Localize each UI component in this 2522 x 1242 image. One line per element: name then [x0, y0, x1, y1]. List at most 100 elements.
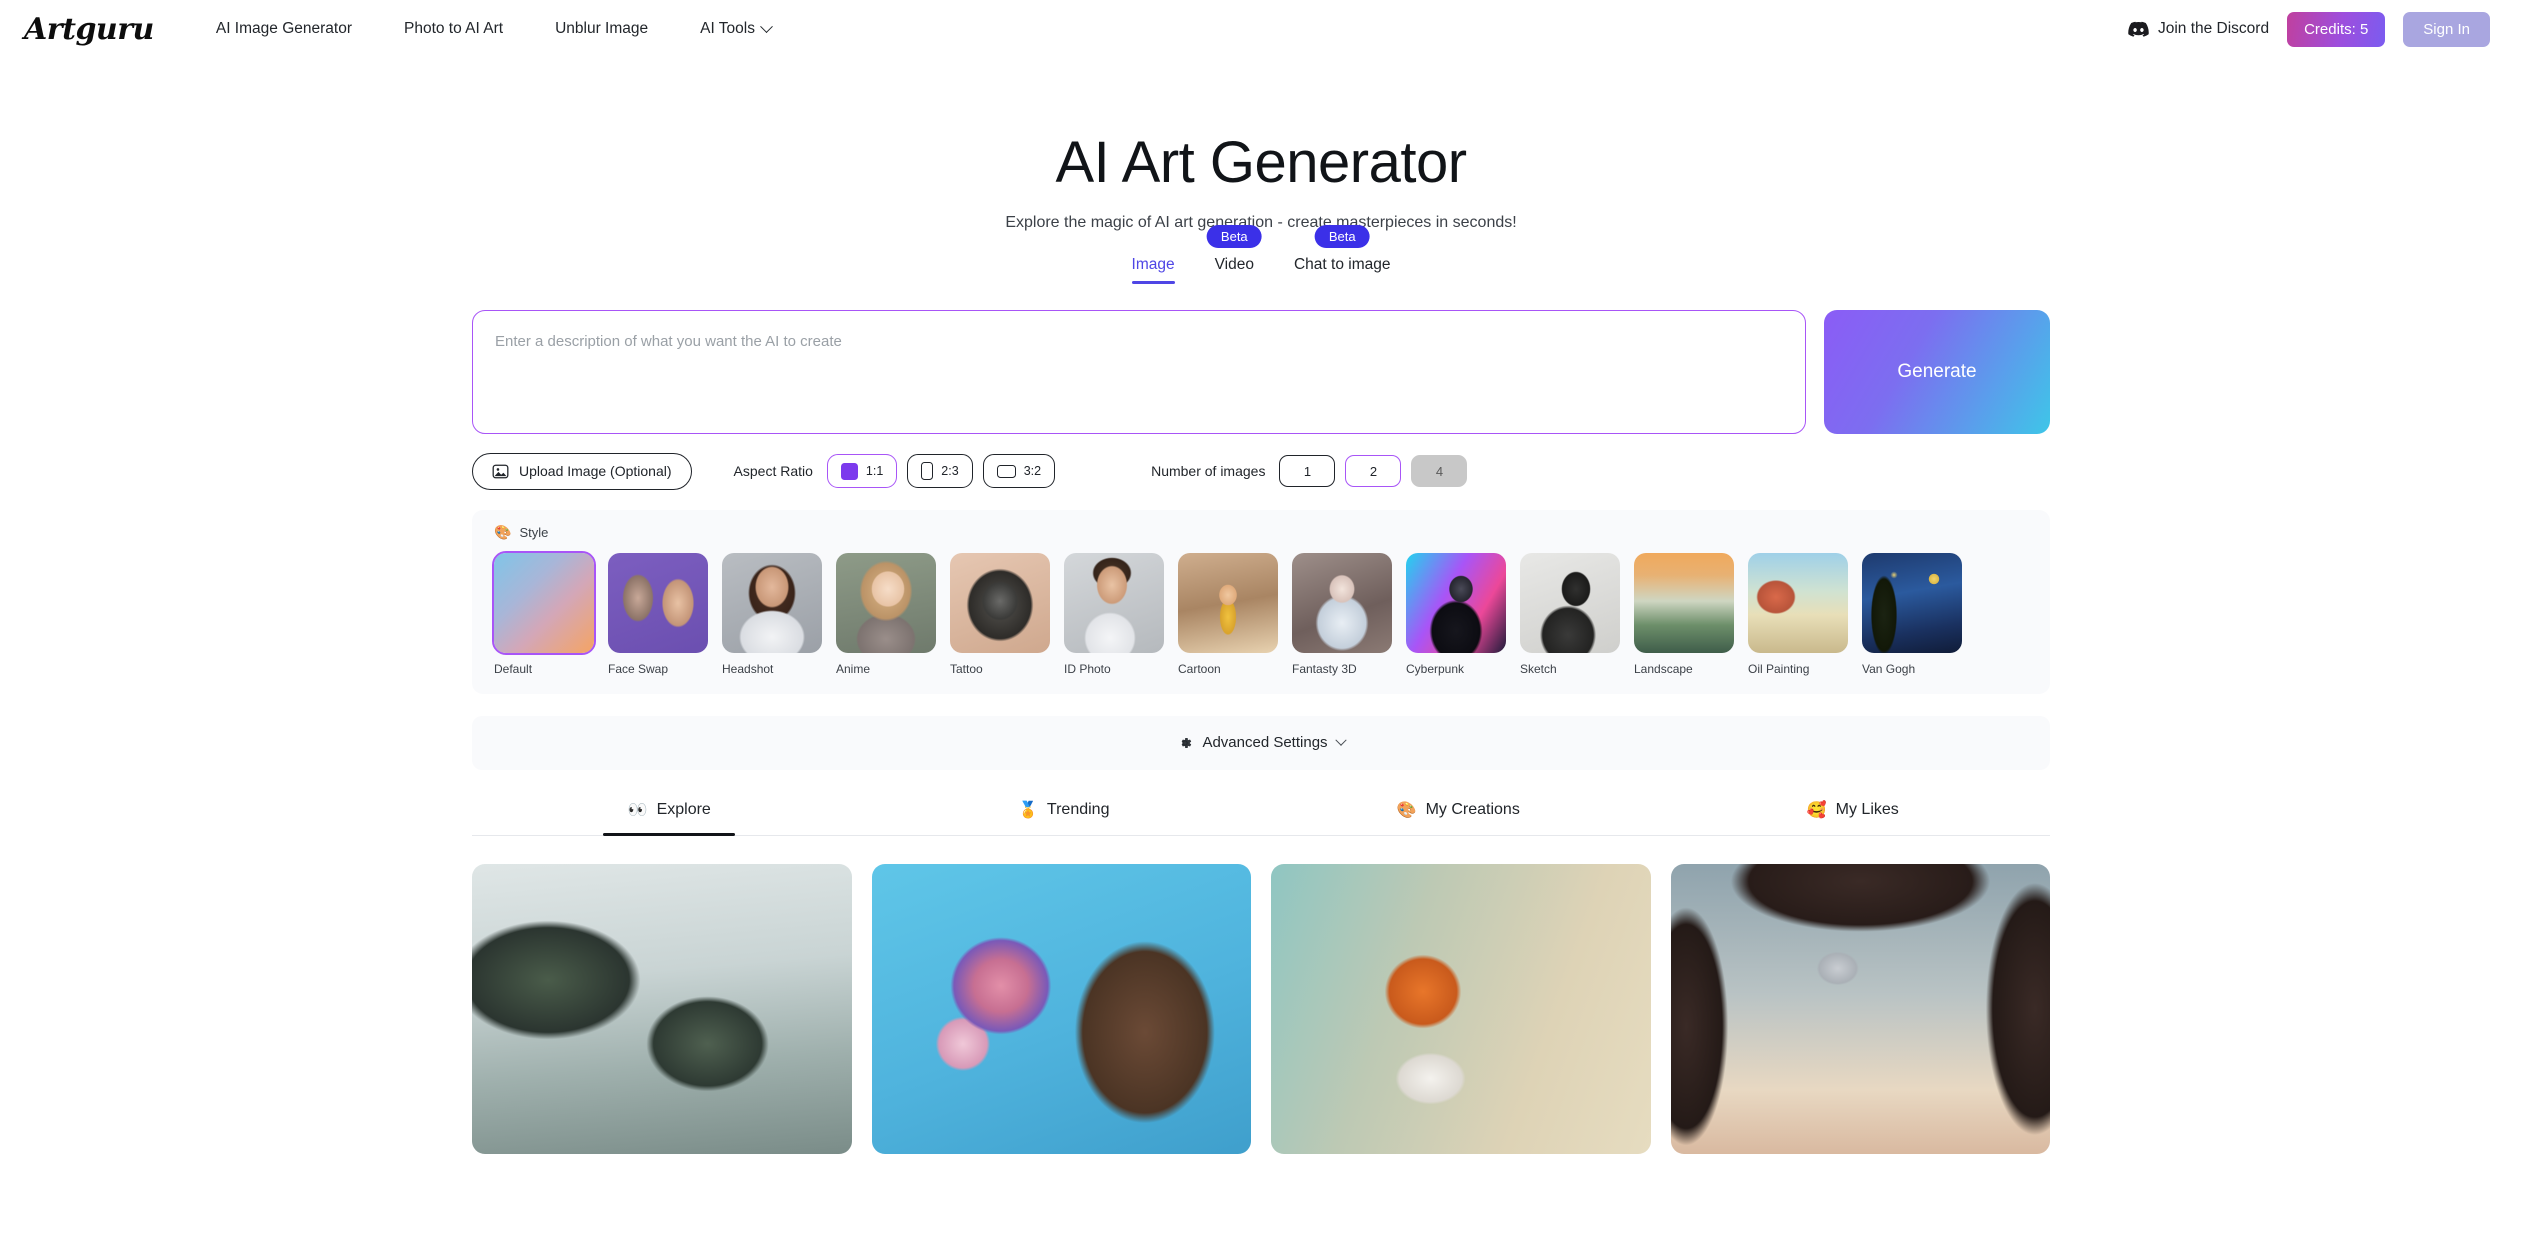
style-thumbnail — [1634, 552, 1734, 653]
style-thumbnail — [1520, 552, 1620, 653]
number-of-images-4[interactable]: 4 — [1411, 455, 1468, 488]
gallery-tabs: 👀 Explore 🏅 Trending 🎨 My Creations 🥰 My… — [472, 800, 2050, 836]
gallery-item[interactable] — [472, 863, 852, 1154]
upload-image-label: Upload Image (Optional) — [519, 463, 672, 480]
portrait-rect-icon — [921, 462, 934, 481]
header-actions: Join the Discord Credits: 5 Sign In — [2128, 11, 2490, 47]
style-label: ID Photo — [1064, 661, 1111, 676]
style-item-face-swap[interactable]: Face Swap — [608, 552, 708, 676]
tab-label: Chat to image — [1293, 255, 1391, 273]
tab-label: Video — [1214, 255, 1254, 273]
gallery-item[interactable] — [1271, 863, 1651, 1154]
page-subtitle: Explore the magic of AI art generation -… — [1005, 213, 1517, 231]
style-item-van-gogh[interactable]: Van Gogh — [1862, 552, 1962, 676]
style-item-cyberpunk[interactable]: Cyberpunk — [1406, 552, 1506, 676]
tab-image[interactable]: Image — [1131, 255, 1175, 284]
mode-tabs: Image Beta Video Beta Chat to image — [0, 224, 2522, 284]
beta-badge: Beta — [1206, 224, 1262, 248]
nav-item-label: AI Tools — [700, 20, 755, 37]
number-of-images-group: 1 2 4 — [1279, 455, 1468, 488]
style-label: Default — [494, 661, 533, 676]
aspect-ratio-label-1-1: 1:1 — [865, 464, 884, 479]
style-label: Sketch — [1520, 661, 1557, 676]
generation-controls: Upload Image (Optional) Aspect Ratio 1:1… — [472, 452, 2050, 490]
landscape-rect-icon — [996, 464, 1016, 478]
nav-item-unblur-image[interactable]: Unblur Image — [555, 20, 648, 38]
style-item-landscape[interactable]: Landscape — [1634, 552, 1734, 676]
style-item-headshot[interactable]: Headshot — [722, 552, 822, 676]
style-thumbnail — [950, 552, 1050, 653]
gallery-grid — [472, 863, 2050, 1154]
nav-item-label: AI Image Generator — [215, 20, 352, 37]
style-label: Cartoon — [1178, 661, 1221, 676]
gallery-item[interactable] — [871, 863, 1251, 1154]
style-thumbnail — [1178, 552, 1278, 653]
gear-icon — [1182, 737, 1192, 748]
sign-in-button[interactable]: Sign In — [2403, 11, 2490, 47]
style-item-anime[interactable]: Anime — [836, 552, 936, 676]
discord-icon — [2128, 21, 2149, 37]
prompt-input[interactable]: Enter a description of what you want the… — [472, 309, 1806, 434]
hero-section: AI Art Generator Explore the magic of AI… — [0, 58, 2522, 284]
style-item-cartoon[interactable]: Cartoon — [1178, 552, 1278, 676]
chevron-down-icon — [760, 19, 773, 33]
aspect-ratio-group: 1:1 2:3 3:2 — [826, 454, 1056, 489]
style-label: Face Swap — [608, 661, 669, 676]
main-nav: AI Image Generator Photo to AI Art Unblu… — [216, 19, 773, 38]
nav-item-photo-to-ai-art[interactable]: Photo to AI Art — [404, 20, 503, 38]
generate-button[interactable]: Generate — [1824, 309, 2050, 434]
tab-chat-to-image[interactable]: Beta Chat to image — [1293, 224, 1391, 284]
chevron-down-icon — [1334, 734, 1347, 746]
advanced-settings-toggle[interactable]: Advanced Settings — [472, 715, 2050, 770]
style-thumbnail — [836, 552, 936, 653]
number-of-images-1[interactable]: 1 — [1279, 455, 1336, 488]
style-thumbnail — [722, 552, 822, 653]
style-label: Fantasty 3D — [1292, 661, 1357, 676]
style-section-label: Style — [519, 524, 549, 540]
generator-panel: Enter a description of what you want the… — [472, 309, 2050, 1154]
style-label: Van Gogh — [1862, 661, 1916, 676]
palette-icon: 🎨 — [1396, 801, 1417, 819]
hearts-face-icon: 🥰 — [1806, 801, 1827, 819]
style-thumbnail — [1862, 552, 1962, 653]
credits-button[interactable]: Credits: 5 — [2287, 11, 2386, 47]
tab-my-creations[interactable]: 🎨 My Creations — [1261, 800, 1656, 835]
advanced-settings-label: Advanced Settings — [1202, 734, 1328, 752]
brand-logo[interactable]: Artguru — [24, 12, 154, 47]
number-of-images-label: Number of images — [1151, 463, 1266, 480]
tab-my-likes[interactable]: 🥰 My Likes — [1656, 800, 2051, 835]
aspect-ratio-2-3[interactable]: 2:3 — [907, 454, 973, 489]
tab-video[interactable]: Beta Video — [1206, 224, 1262, 284]
nav-item-label: Photo to AI Art — [403, 20, 504, 37]
style-item-oil-painting[interactable]: Oil Painting — [1748, 552, 1848, 676]
style-thumbnail — [1406, 552, 1506, 653]
tab-explore[interactable]: 👀 Explore — [472, 800, 867, 835]
beta-badge: Beta — [1314, 224, 1370, 248]
eyes-icon: 👀 — [627, 801, 648, 819]
style-item-id-photo[interactable]: ID Photo — [1064, 552, 1164, 676]
nav-item-ai-image-generator[interactable]: AI Image Generator — [216, 20, 352, 38]
tab-label: My Likes — [1835, 800, 1899, 818]
aspect-ratio-label-2-3: 2:3 — [941, 464, 959, 479]
aspect-ratio-3-2[interactable]: 3:2 — [982, 454, 1056, 489]
gallery-item[interactable] — [1670, 863, 2050, 1154]
style-panel: 🎨 Style Default Face Swap Headshot Anime — [472, 509, 2050, 694]
number-of-images-2[interactable]: 2 — [1345, 455, 1402, 488]
tab-label: Image — [1131, 255, 1175, 273]
style-item-sketch[interactable]: Sketch — [1520, 552, 1620, 676]
aspect-ratio-1-1[interactable]: 1:1 — [826, 454, 898, 489]
join-discord-link[interactable]: Join the Discord — [2128, 20, 2269, 38]
style-item-default[interactable]: Default — [492, 550, 596, 676]
medal-icon: 🏅 — [1018, 801, 1038, 819]
style-thumbnail — [492, 550, 596, 655]
style-item-tattoo[interactable]: Tattoo — [950, 552, 1050, 676]
palette-icon: 🎨 — [494, 523, 512, 540]
tab-trending[interactable]: 🏅 Trending — [867, 800, 1262, 835]
nav-item-ai-tools[interactable]: AI Tools — [700, 19, 773, 38]
style-item-fantasy-3d[interactable]: Fantasty 3D — [1292, 552, 1392, 676]
upload-image-button[interactable]: Upload Image (Optional) — [472, 452, 692, 490]
style-list: Default Face Swap Headshot Anime Tattoo … — [492, 550, 2028, 676]
aspect-ratio-label-3-2: 3:2 — [1023, 464, 1042, 479]
style-label: Headshot — [722, 661, 774, 676]
top-navigation-bar: Artguru AI Image Generator Photo to AI A… — [0, 0, 2522, 58]
